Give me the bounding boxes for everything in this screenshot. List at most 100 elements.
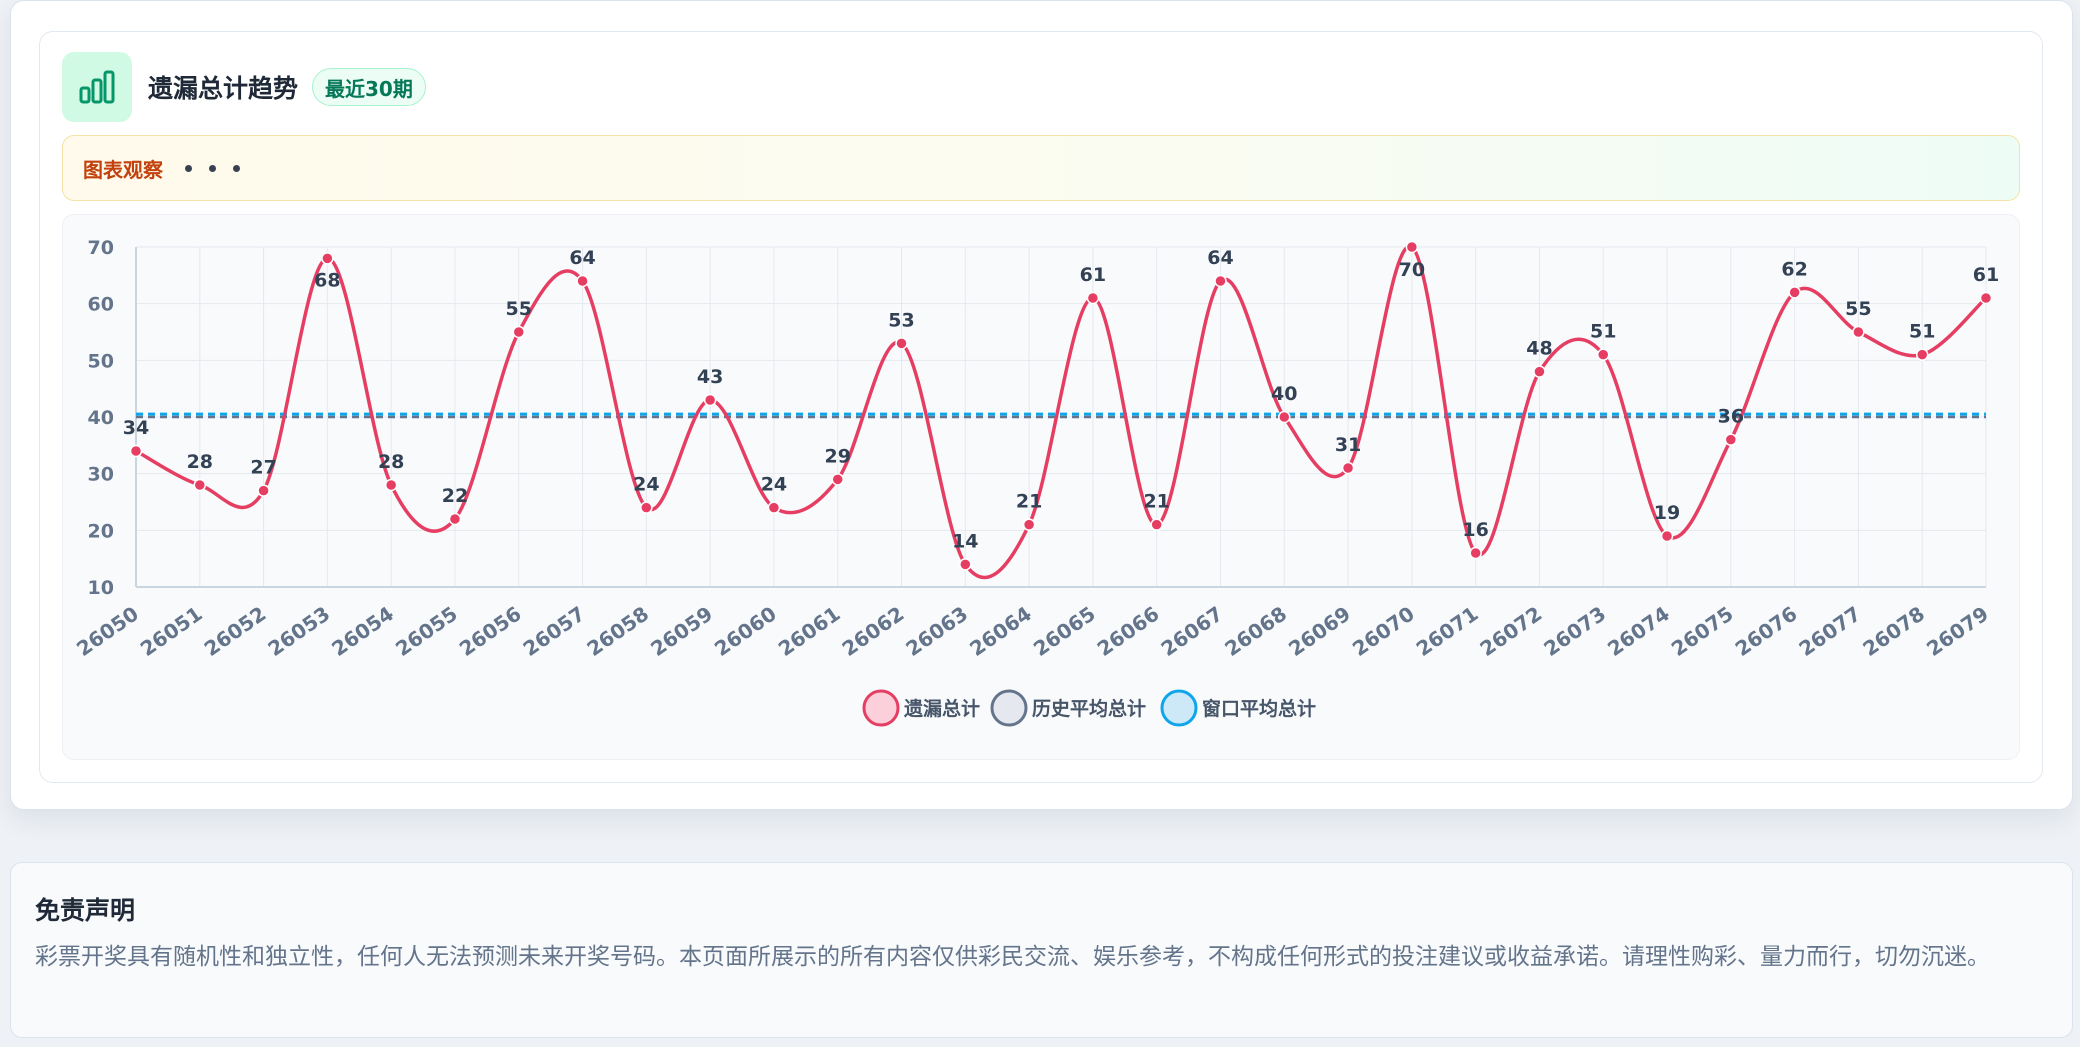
- data-point: [1278, 410, 1291, 424]
- x-tick-label: 26078: [1858, 601, 1929, 661]
- y-tick-label: 20: [88, 520, 114, 542]
- data-point: [1788, 286, 1801, 299]
- card-header: 遗漏总计趋势 最近30期: [62, 52, 426, 122]
- x-tick-label: 26069: [1284, 601, 1355, 661]
- disclaimer-box: 免责声明 彩票开奖具有随机性和独立性，任何人无法预测未来开奖号码。本页面所展示的…: [10, 862, 2073, 1038]
- data-point: [640, 501, 653, 514]
- x-tick-label: 26051: [136, 601, 207, 661]
- data-point: [257, 484, 270, 497]
- data-point: [384, 478, 398, 492]
- y-tick-label: 50: [88, 350, 114, 372]
- data-point: [448, 512, 462, 526]
- observation-label: 图表观察: [83, 157, 163, 182]
- x-tick-label: 26071: [1412, 601, 1483, 661]
- legend-label: 遗漏总计: [903, 697, 980, 720]
- data-label: 51: [1590, 321, 1616, 343]
- x-tick-label: 26053: [263, 601, 334, 661]
- x-tick-label: 26068: [1220, 601, 1291, 661]
- x-tick-label: 26070: [1348, 601, 1419, 661]
- legend-swatch: [1160, 689, 1198, 727]
- data-label: 55: [1845, 298, 1871, 320]
- data-point: [576, 274, 589, 288]
- trend-card: 遗漏总计趋势 最近30期 图表观察 10 20 30 40 50 60 70 26050 260…: [10, 0, 2073, 810]
- x-tick-label: 26065: [1029, 601, 1100, 661]
- disclaimer-text: 彩票开奖具有随机性和独立性，任何人无法预测未来开奖号码。本页面所展示的所有内容仅…: [35, 944, 1990, 970]
- chart-panel: 10 20 30 40 50 60 70 26050 26051 26052 26053 26054 2…: [62, 214, 2020, 760]
- y-tick-label: 10: [88, 577, 114, 599]
- data-label: 27: [250, 457, 276, 479]
- x-tick-label: 26052: [200, 601, 271, 661]
- data-label: 55: [506, 298, 532, 320]
- data-label: 21: [1143, 491, 1169, 513]
- legend-label: 历史平均总计: [1032, 697, 1146, 720]
- data-point: [1022, 518, 1036, 531]
- data-label: 29: [824, 445, 850, 467]
- x-tick-label: 26056: [455, 601, 526, 661]
- trend-card-inner: 遗漏总计趋势 最近30期 图表观察 10 20 30 40 50 60 70 26050 260…: [39, 31, 2043, 783]
- data-point: [1915, 348, 1929, 361]
- y-tick-label: 40: [88, 407, 114, 429]
- data-label: 24: [633, 474, 659, 496]
- x-tick-label: 26067: [1157, 601, 1228, 661]
- legend-swatch: [862, 689, 900, 727]
- data-label: 28: [187, 451, 213, 473]
- x-tick-label: 26076: [1731, 601, 1802, 661]
- x-tick-label: 26050: [72, 601, 143, 661]
- data-point: [1341, 461, 1355, 475]
- data-point: [1979, 291, 1993, 305]
- data-point: [831, 473, 844, 486]
- x-tick-label: 26055: [391, 601, 462, 661]
- chart-title: 遗漏总计趋势: [148, 74, 299, 103]
- legend-label: 窗口平均总计: [1202, 697, 1316, 720]
- x-tick-label: 26075: [1667, 601, 1738, 661]
- data-point: [1660, 529, 1674, 543]
- data-point: [1724, 433, 1738, 446]
- data-label: 34: [123, 417, 149, 439]
- data-point: [1086, 291, 1100, 305]
- data-point: [129, 444, 143, 458]
- x-tick-label: 26063: [901, 601, 972, 661]
- data-label: 51: [1909, 321, 1935, 343]
- x-tick-label: 26077: [1795, 601, 1866, 661]
- data-point: [1214, 274, 1227, 288]
- data-label: 64: [1207, 247, 1233, 269]
- y-tick-label: 70: [88, 237, 114, 259]
- x-tick-label: 26072: [1476, 601, 1547, 661]
- disclaimer-title: 免责声明: [35, 896, 136, 925]
- data-label: 28: [378, 451, 404, 473]
- x-tick-label: 26059: [646, 601, 717, 661]
- data-label: 48: [1526, 338, 1552, 360]
- data-point: [321, 252, 334, 265]
- x-tick-label: 26061: [774, 601, 845, 661]
- omission-total-line: [135, 244, 1988, 580]
- ellipsis-icon: [185, 164, 257, 172]
- data-point: [703, 393, 717, 407]
- data-point: [1533, 365, 1546, 378]
- data-label: 22: [442, 485, 468, 507]
- data-point: [512, 325, 526, 339]
- data-label: 40: [1271, 383, 1297, 405]
- data-point: [1469, 546, 1482, 560]
- bar-chart-icon: [62, 52, 132, 122]
- x-tick-label: 26060: [710, 601, 781, 661]
- data-point: [895, 337, 908, 350]
- chart-observation-bar[interactable]: 图表观察: [62, 135, 2020, 201]
- y-tick-label: 60: [88, 294, 114, 316]
- x-tick-label: 26074: [1603, 601, 1674, 661]
- data-label: 24: [761, 474, 787, 496]
- data-label: 36: [1718, 406, 1744, 428]
- data-label: 62: [1781, 258, 1807, 280]
- x-tick-label: 26062: [838, 601, 909, 661]
- data-point: [767, 501, 781, 514]
- x-tick-label: 26073: [1539, 601, 1610, 661]
- data-point: [959, 558, 972, 571]
- data-label: 31: [1335, 434, 1361, 456]
- x-tick-label: 26066: [1093, 601, 1164, 661]
- x-tick-label: 26057: [519, 601, 590, 661]
- x-tick-label: 26058: [582, 601, 653, 661]
- data-label: 16: [1462, 519, 1488, 541]
- x-tick-label: 26054: [327, 601, 398, 661]
- data-point: [1150, 518, 1163, 531]
- data-label: 43: [697, 366, 723, 388]
- x-tick-label: 26079: [1922, 601, 1993, 661]
